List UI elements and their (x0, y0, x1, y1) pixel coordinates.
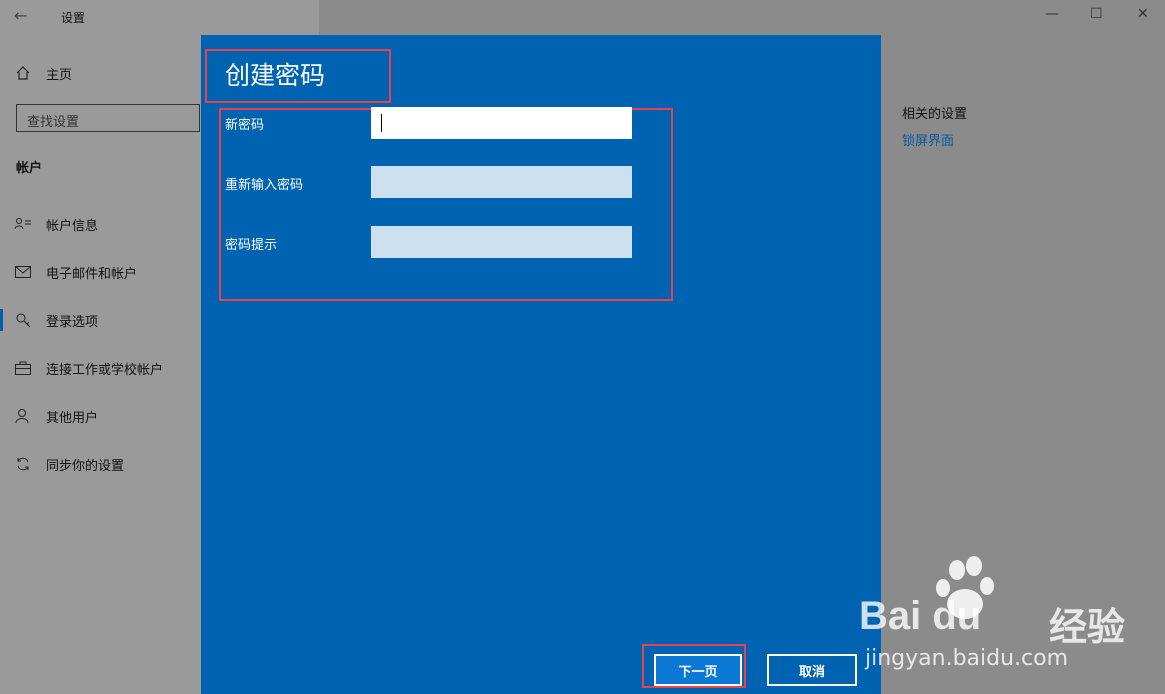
sidebar-item-other-users[interactable]: 其他用户 (0, 404, 200, 428)
new-password-field[interactable] (371, 107, 632, 139)
search-placeholder: 查找设置 (27, 115, 80, 130)
sidebar-item-work-school[interactable]: 连接工作或学校帐户 (0, 356, 200, 380)
sidebar-item-label: 连接工作或学校帐户 (46, 362, 164, 378)
minimize-icon[interactable]: — (1045, 6, 1059, 22)
person-add-icon (14, 407, 32, 425)
sidebar-item-label: 电子邮件和帐户 (46, 266, 138, 282)
baidu-watermark: Bai du 经验 jingyan.baidu.com (859, 556, 1149, 676)
sidebar-item-label: 帐户信息 (46, 218, 99, 234)
sidebar-home-label: 主页 (46, 67, 73, 83)
maximize-icon[interactable]: ☐ (1090, 6, 1103, 22)
sidebar-item-sync[interactable]: 同步你的设置 (0, 452, 200, 476)
sidebar-item-label: 同步你的设置 (46, 458, 125, 474)
lock-screen-link[interactable]: 锁屏界面 (902, 130, 954, 149)
close-icon[interactable]: ✕ (1137, 6, 1149, 22)
new-password-label: 新密码 (225, 118, 265, 133)
related-settings-title: 相关的设置 (902, 107, 968, 122)
watermark-brand: Bai du (859, 594, 982, 638)
watermark-product: 经验 (1049, 605, 1126, 649)
sidebar-item-label: 其他用户 (46, 410, 99, 426)
sidebar-item-email[interactable]: 电子邮件和帐户 (0, 260, 200, 284)
section-title: 帐户 (16, 161, 43, 176)
confirm-password-label: 重新输入密码 (225, 178, 304, 193)
cancel-button[interactable]: 取消 (767, 654, 857, 686)
sidebar-home[interactable]: 主页 (0, 61, 200, 85)
mail-icon (14, 263, 32, 281)
sidebar-item-signin-options[interactable]: 登录选项 (0, 308, 200, 332)
confirm-password-field[interactable] (371, 166, 632, 198)
sidebar-item-label: 登录选项 (46, 314, 99, 330)
home-icon (14, 64, 32, 82)
text-cursor (381, 114, 382, 132)
window-title: 设置 (61, 11, 86, 25)
briefcase-icon (14, 359, 32, 377)
password-hint-label: 密码提示 (225, 238, 278, 253)
create-password-dialog: 创建密码 新密码 重新输入密码 密码提示 下一页 取消 (201, 35, 881, 694)
person-card-icon (14, 215, 32, 233)
password-hint-field[interactable] (371, 226, 632, 258)
sidebar-item-account-info[interactable]: 帐户信息 (0, 212, 200, 236)
key-icon (14, 311, 32, 329)
dialog-title: 创建密码 (225, 61, 326, 90)
sync-icon (14, 455, 32, 473)
next-button[interactable]: 下一页 (654, 654, 742, 686)
watermark-url: jingyan.baidu.com (865, 646, 1069, 671)
search-input[interactable]: 查找设置 (16, 104, 200, 132)
back-arrow-icon[interactable]: ← (14, 6, 27, 25)
